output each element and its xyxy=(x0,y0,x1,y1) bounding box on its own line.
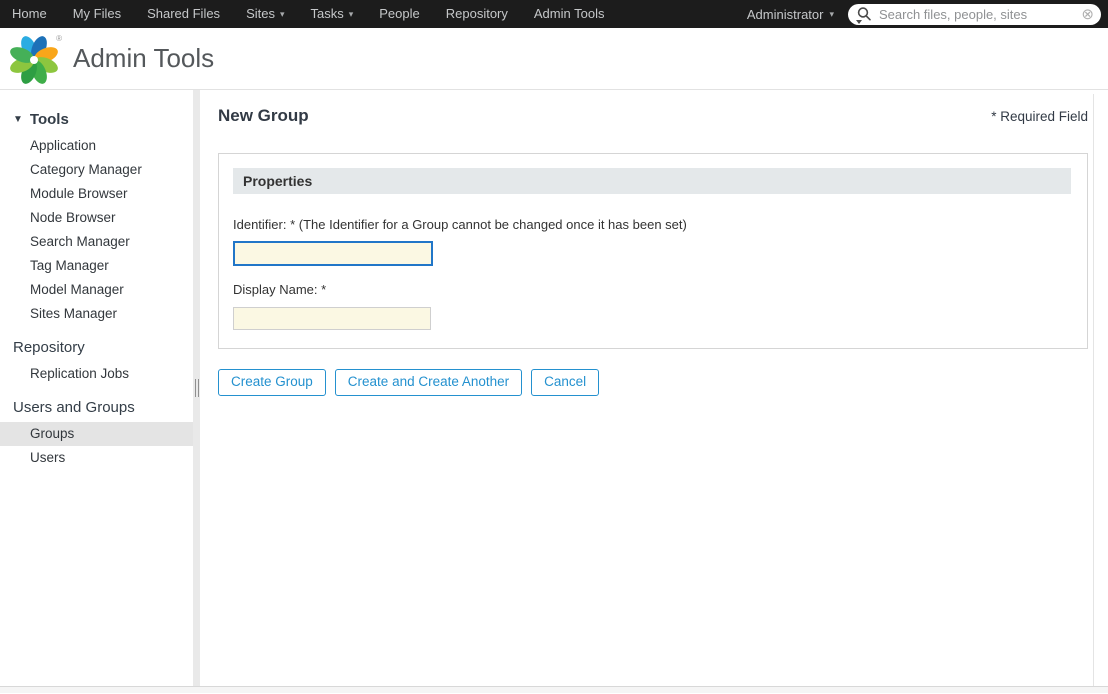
sidebar-header-tools[interactable]: ▼ Tools xyxy=(0,111,193,128)
new-group-form: New Group * Required Field Properties Id… xyxy=(200,90,1108,686)
search-icon[interactable] xyxy=(856,6,872,24)
sidebar-item-application[interactable]: Application xyxy=(0,134,193,158)
caret-down-icon: ▾ xyxy=(348,8,354,19)
sidebar-item-tag-manager[interactable]: Tag Manager xyxy=(0,254,193,278)
resize-grip-icon xyxy=(194,379,199,397)
sidebar-item-search-manager[interactable]: Search Manager xyxy=(0,230,193,254)
right-gutter-line xyxy=(1093,94,1094,686)
sidebar-section-tools: ▼ Tools Application Category Manager Mod… xyxy=(0,111,193,326)
sidebar-item-category-manager[interactable]: Category Manager xyxy=(0,158,193,182)
search-options-caret-icon xyxy=(856,20,862,24)
create-group-button[interactable]: Create Group xyxy=(218,369,326,397)
properties-panel: Properties Identifier: * (The Identifier… xyxy=(218,153,1088,349)
page-title: Admin Tools xyxy=(73,43,215,73)
nav-repository[interactable]: Repository xyxy=(433,0,521,28)
sidebar-header-users-and-groups[interactable]: Users and Groups xyxy=(0,399,193,416)
content-area: ▼ Tools Application Category Manager Mod… xyxy=(0,90,1108,686)
required-field-note: * Required Field xyxy=(991,109,1088,124)
tools-sidebar: ▼ Tools Application Category Manager Mod… xyxy=(0,90,193,686)
global-search-box[interactable]: ⊗ xyxy=(848,3,1101,25)
user-menu-administrator[interactable]: Administrator ▾ xyxy=(739,7,848,22)
nav-sites[interactable]: Sites ▾ xyxy=(233,0,297,28)
form-title: New Group xyxy=(218,106,309,125)
footer-strip xyxy=(0,686,1108,693)
nav-admin-tools[interactable]: Admin Tools xyxy=(521,0,618,28)
page-header: ® Admin Tools xyxy=(0,28,1108,90)
caret-down-icon: ▾ xyxy=(829,8,834,19)
sidebar-item-module-browser[interactable]: Module Browser xyxy=(0,182,193,206)
sidebar-item-users[interactable]: Users xyxy=(0,446,193,470)
cancel-button[interactable]: Cancel xyxy=(531,369,600,397)
top-navigation-bar: Home My Files Shared Files Sites ▾ Tasks ▾… xyxy=(0,0,1108,28)
alfresco-logo: ® xyxy=(8,33,62,85)
identifier-input[interactable] xyxy=(233,241,433,266)
sidebar-section-users-and-groups: Users and Groups Groups Users xyxy=(0,399,193,470)
sidebar-item-groups[interactable]: Groups xyxy=(0,422,193,446)
sidebar-section-repository: Repository Replication Jobs xyxy=(0,339,193,386)
sidebar-resize-handle[interactable] xyxy=(193,90,200,686)
sidebar-item-replication-jobs[interactable]: Replication Jobs xyxy=(0,362,193,386)
display-name-label: Display Name: * xyxy=(233,282,327,297)
nav-my-files[interactable]: My Files xyxy=(60,0,134,28)
nav-people[interactable]: People xyxy=(366,0,432,28)
registered-trademark: ® xyxy=(56,33,62,43)
collapse-triangle-icon[interactable]: ▼ xyxy=(13,114,23,125)
sidebar-item-node-browser[interactable]: Node Browser xyxy=(0,206,193,230)
nav-home[interactable]: Home xyxy=(0,0,60,28)
sidebar-item-model-manager[interactable]: Model Manager xyxy=(0,278,193,302)
display-name-input[interactable] xyxy=(233,307,431,330)
create-and-create-another-button[interactable]: Create and Create Another xyxy=(334,369,523,397)
form-buttons: Create Group Create and Create Another C… xyxy=(218,369,1088,397)
nav-tasks[interactable]: Tasks ▾ xyxy=(298,0,367,28)
sidebar-header-repository[interactable]: Repository xyxy=(0,339,193,356)
clear-search-icon[interactable]: ⊗ xyxy=(1081,7,1094,22)
nav-shared-files[interactable]: Shared Files xyxy=(134,0,233,28)
sidebar-item-sites-manager[interactable]: Sites Manager xyxy=(0,302,193,326)
properties-panel-header: Properties xyxy=(233,168,1071,194)
identifier-label: Identifier: * (The Identifier for a Grou… xyxy=(233,217,687,232)
caret-down-icon: ▾ xyxy=(279,8,285,19)
search-input[interactable] xyxy=(872,6,1082,22)
